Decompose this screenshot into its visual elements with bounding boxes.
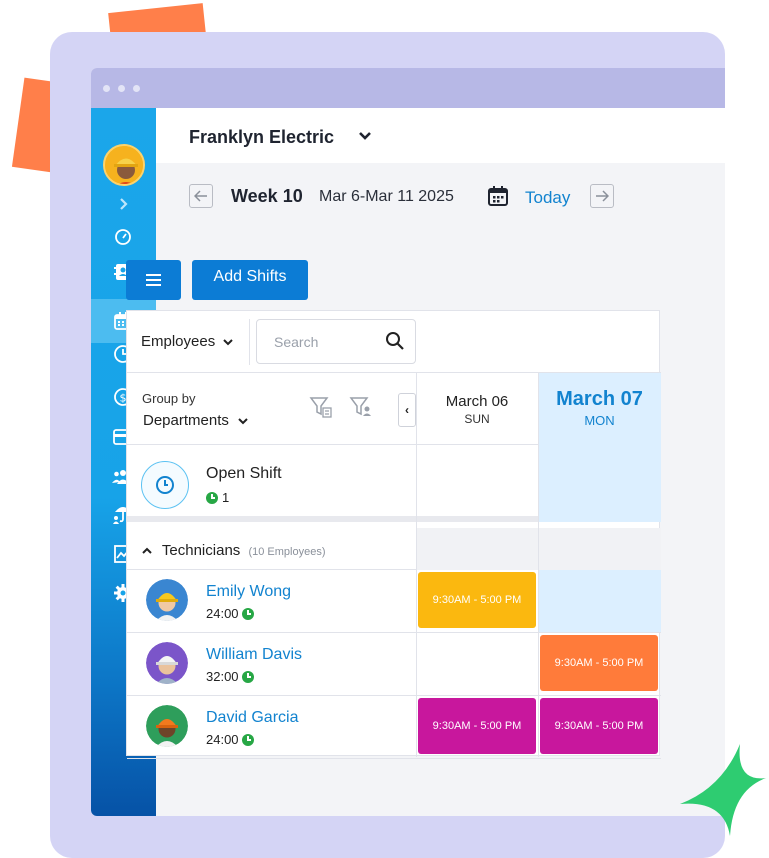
window-dot	[118, 85, 125, 92]
clock-badge-icon	[241, 607, 254, 620]
schedule-grid: Employees Search Group by Departments ‹ …	[126, 310, 661, 759]
chevron-right-icon[interactable]	[111, 192, 135, 216]
group-by-dropdown[interactable]: Departments	[143, 412, 248, 429]
open-shift-count: 1	[206, 490, 229, 505]
open-shift-row: Open Shift 1	[127, 445, 661, 522]
open-shift-title[interactable]: Open Shift	[206, 465, 282, 483]
group-by-label: Group by	[142, 391, 196, 406]
employee-name[interactable]: William Davis	[206, 646, 302, 664]
employee-hours-value: 32:00	[206, 669, 239, 684]
employee-hours: 24:00	[206, 606, 254, 621]
employee-avatar[interactable]	[146, 642, 188, 684]
employee-row: David Garcia 24:00 9:30AM - 5:00 PM 9:30…	[127, 696, 661, 759]
decor-green-star	[680, 744, 766, 836]
collapse-panel-button[interactable]: ‹	[398, 393, 416, 427]
day-header-sun: March 06 SUN	[416, 373, 538, 445]
menu-button[interactable]	[126, 260, 181, 300]
day-of-week: MON	[584, 413, 615, 428]
top-bar: Franklyn Electric	[156, 108, 725, 163]
today-button[interactable]: Today	[525, 188, 570, 208]
employee-name[interactable]: Emily Wong	[206, 583, 291, 601]
previous-week-button[interactable]	[189, 184, 213, 208]
employee-row: Emily Wong 24:00 9:30AM - 5:00 PM	[127, 570, 661, 633]
shift-block[interactable]: 9:30AM - 5:00 PM	[540, 698, 658, 754]
user-avatar[interactable]	[103, 144, 145, 186]
employees-dropdown-label: Employees	[141, 333, 216, 350]
shift-block[interactable]: 9:30AM - 5:00 PM	[418, 572, 536, 628]
clock-badge-icon	[241, 670, 254, 683]
day-date: March 07	[556, 388, 643, 410]
department-toggle[interactable]: Technicians (10 Employees)	[142, 542, 326, 559]
filter-person-icon[interactable]	[349, 395, 373, 424]
search-placeholder: Search	[274, 334, 319, 350]
filter-list-icon[interactable]	[309, 395, 333, 424]
week-navigator: Week 10 Mar 6-Mar 11 2025 Today	[189, 182, 709, 212]
divider	[249, 319, 250, 365]
employee-hours: 32:00	[206, 669, 254, 684]
column-divider	[416, 373, 417, 757]
clock-badge-icon	[241, 733, 254, 746]
day-header-mon-today: March 07 MON	[538, 373, 661, 445]
dashboard-gauge-icon[interactable]	[111, 225, 135, 249]
department-group-row: Technicians (10 Employees)	[127, 528, 661, 570]
chevron-up-icon	[142, 547, 152, 554]
employee-hours: 24:00	[206, 732, 254, 747]
company-name[interactable]: Franklyn Electric	[189, 127, 334, 148]
clock-badge-icon	[206, 491, 218, 504]
shift-block[interactable]: 9:30AM - 5:00 PM	[540, 635, 658, 691]
chevron-down-icon	[238, 418, 248, 425]
today-column-bg	[538, 570, 661, 632]
employee-hours-value: 24:00	[206, 606, 239, 621]
department-name: Technicians	[161, 542, 241, 559]
week-number: Week 10	[231, 186, 303, 206]
add-shifts-button[interactable]: Add Shifts	[192, 260, 308, 300]
employees-dropdown[interactable]: Employees	[141, 333, 234, 350]
open-shift-clock-icon	[141, 461, 189, 509]
day-of-week: SUN	[464, 412, 490, 426]
next-week-button[interactable]	[590, 184, 614, 208]
calendar-picker-icon[interactable]	[487, 185, 509, 212]
window-dot	[103, 85, 110, 92]
hamburger-icon	[146, 274, 161, 276]
window-titlebar	[91, 68, 725, 108]
search-input[interactable]: Search	[256, 319, 416, 364]
grid-toolbar: Employees Search	[127, 311, 661, 373]
chevron-down-icon[interactable]	[359, 128, 371, 146]
group-by-value: Departments	[143, 412, 229, 429]
week-date-range: Mar 6-Mar 11 2025	[319, 188, 454, 205]
employee-avatar[interactable]	[146, 579, 188, 621]
chevron-down-icon	[223, 339, 234, 346]
shift-block[interactable]: 9:30AM - 5:00 PM	[418, 698, 536, 754]
department-employee-count: (10 Employees)	[248, 546, 326, 558]
arrow-left-icon	[194, 190, 207, 202]
open-shift-count-value: 1	[222, 490, 230, 505]
column-divider	[538, 373, 539, 757]
app-window: $ Franklyn Electric Week 10 Mar 6-Mar 11…	[91, 68, 725, 816]
search-icon[interactable]	[385, 331, 405, 356]
today-column-bg	[538, 445, 661, 522]
employee-avatar[interactable]	[146, 705, 188, 747]
employee-row: William Davis 32:00 9:30AM - 5:00 PM	[127, 633, 661, 696]
arrow-right-icon	[596, 190, 609, 202]
day-date: March 06	[445, 393, 509, 410]
employee-hours-value: 24:00	[206, 732, 239, 747]
employee-name[interactable]: David Garcia	[206, 709, 298, 727]
window-dot	[133, 85, 140, 92]
